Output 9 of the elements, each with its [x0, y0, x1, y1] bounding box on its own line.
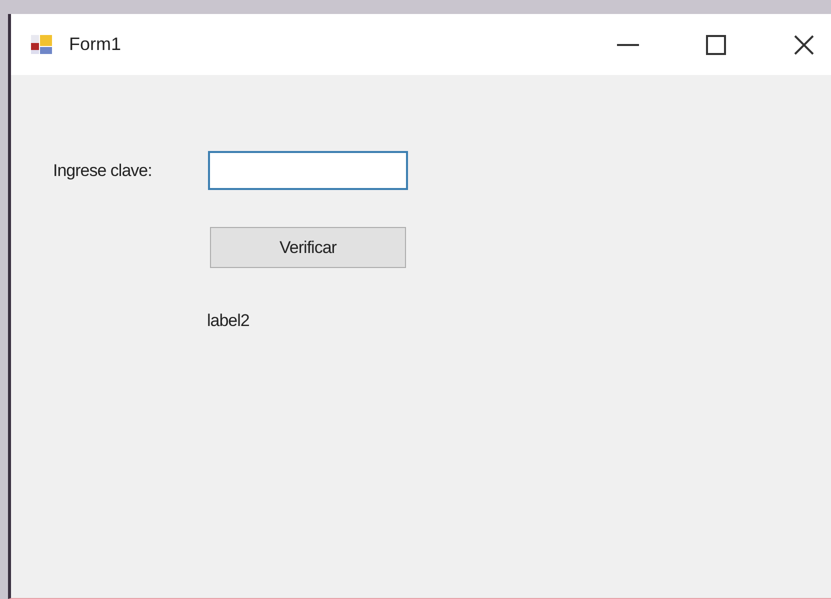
verify-button[interactable]: Verificar [210, 227, 406, 268]
window-title: Form1 [69, 33, 122, 56]
password-field[interactable] [208, 151, 408, 190]
maximize-icon [706, 34, 726, 54]
minimize-icon [617, 44, 639, 46]
app-icon [31, 34, 53, 54]
status-label: label2 [207, 311, 250, 330]
close-icon [794, 34, 814, 54]
password-label: Ingrese clave: [53, 160, 153, 182]
